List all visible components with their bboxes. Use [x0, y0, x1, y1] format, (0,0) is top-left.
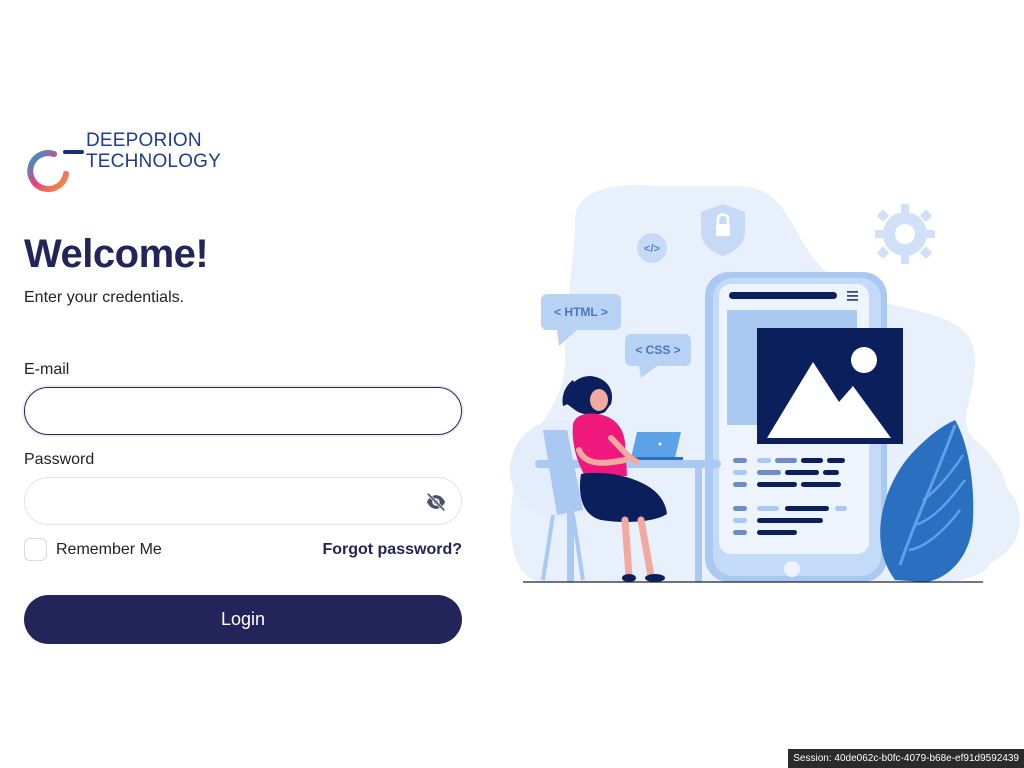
company-logo: DEEPORION TECHNOLOGY [24, 124, 234, 194]
html-tag: < HTML > [554, 305, 608, 319]
login-button[interactable]: Login [24, 595, 462, 644]
page-subtitle: Enter your credentials. [24, 289, 185, 306]
remember-me-label: Remember Me [56, 540, 162, 558]
email-field[interactable] [25, 388, 461, 434]
password-label: Password [24, 451, 95, 468]
email-field-wrapper [24, 387, 462, 435]
code-bubble: </> [637, 233, 667, 263]
remember-me-control[interactable]: Remember Me [24, 538, 162, 561]
code-tag: </> [644, 243, 660, 255]
laptop [629, 432, 683, 460]
email-label: E-mail [24, 361, 70, 378]
page-title: Welcome! [24, 232, 209, 276]
login-illustration: </> < HTML > < CSS > [510, 185, 1020, 583]
logo-text: DEEPORION TECHNOLOGY [86, 130, 221, 172]
remember-me-checkbox[interactable] [24, 538, 47, 561]
menu-icon [847, 291, 858, 301]
logo-line-2: TECHNOLOGY [86, 151, 222, 172]
password-field-wrapper [24, 477, 462, 525]
password-field[interactable] [25, 478, 461, 524]
eye-slash-icon[interactable] [425, 491, 447, 513]
logo-line-1: DEEPORION [86, 130, 202, 151]
image-icon [757, 328, 903, 444]
session-id-badge: Session: 40de062c-b0fc-4079-b68e-ef91d95… [788, 749, 1024, 768]
logo-mark-icon [27, 124, 84, 193]
css-tag: < CSS > [635, 343, 680, 357]
gear-icon [875, 204, 935, 264]
forgot-password-link[interactable]: Forgot password? [322, 541, 462, 559]
phone-device [705, 272, 903, 582]
